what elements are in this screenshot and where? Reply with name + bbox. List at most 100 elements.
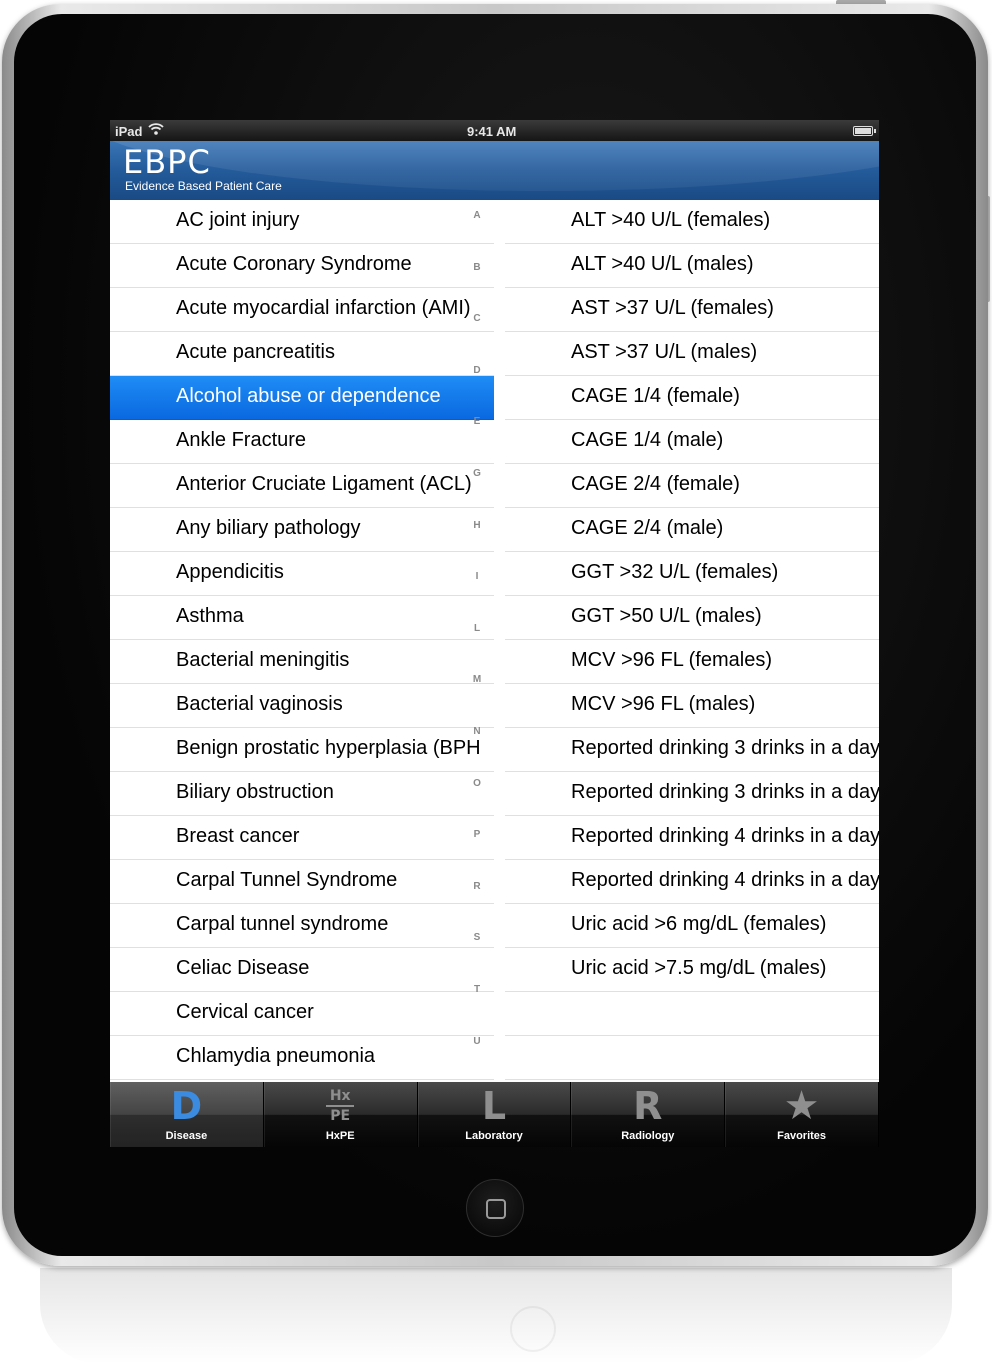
tab-laboratory[interactable]: L Laboratory [418, 1082, 572, 1147]
tab-hxpe[interactable]: Hx PE HxPE [264, 1082, 418, 1147]
disease-row[interactable]: Anterior Cruciate Ligament (ACL) [110, 464, 494, 508]
finding-row[interactable]: MCV >96 FL (males) [505, 684, 879, 728]
home-button[interactable] [466, 1179, 524, 1237]
hxpe-icon: Hx PE [264, 1088, 417, 1124]
finding-row[interactable]: CAGE 1/4 (male) [505, 420, 879, 464]
disease-label: Biliary obstruction [176, 781, 334, 803]
disease-icon: D [170, 1084, 203, 1128]
index-letter[interactable]: O [468, 778, 486, 830]
disease-row[interactable]: Acute pancreatitis [110, 332, 494, 376]
star-icon: ★ [783, 1083, 820, 1129]
finding-row[interactable]: GGT >50 U/L (males) [505, 596, 879, 640]
radiology-icon: R [633, 1084, 663, 1128]
disease-row[interactable]: Biliary obstruction [110, 772, 494, 816]
finding-row[interactable]: CAGE 2/4 (female) [505, 464, 879, 508]
wifi-icon [148, 122, 164, 139]
index-letter[interactable]: I [468, 571, 486, 623]
finding-label: Reported drinking 3 drinks in a day [571, 781, 879, 803]
finding-label: Reported drinking 4 drinks in a day [571, 825, 879, 847]
index-letter[interactable]: N [468, 726, 486, 778]
disease-label: Any biliary pathology [176, 517, 361, 539]
disease-label: Chlamydia pneumonia [176, 1045, 376, 1067]
disease-row[interactable]: Appendicitis [110, 552, 494, 596]
index-letter[interactable]: M [468, 674, 486, 726]
disease-row[interactable]: Breast cancer [110, 816, 494, 860]
tab-bar: D Disease Hx PE HxPE L Laboratory R Radiology ★ Fa… [110, 1082, 879, 1147]
disease-row[interactable]: Bacterial vaginosis [110, 684, 494, 728]
disease-label: Celiac Disease [176, 957, 310, 979]
index-letter[interactable]: C [468, 313, 486, 365]
disease-row[interactable]: Alcohol abuse or dependence [110, 376, 494, 420]
finding-row[interactable]: Reported drinking 3 drinks in a day [505, 772, 879, 816]
index-letter[interactable]: P [468, 829, 486, 881]
index-letter[interactable]: U [468, 1036, 486, 1088]
finding-row[interactable]: Uric acid >6 mg/dL (females) [505, 904, 879, 948]
disease-row[interactable]: Acute Coronary Syndrome [110, 244, 494, 288]
tab-radiology[interactable]: R Radiology [571, 1082, 726, 1147]
device-reflection [40, 1268, 952, 1364]
disease-label: Bacterial vaginosis [176, 693, 343, 715]
finding-row[interactable]: Reported drinking 4 drinks in a day [505, 860, 879, 904]
disease-row[interactable]: Chlamydia pneumonia [110, 1036, 494, 1080]
disease-row[interactable]: Bacterial meningitis [110, 640, 494, 684]
finding-label: GGT >50 U/L (males) [571, 605, 762, 627]
finding-label: CAGE 1/4 (female) [571, 385, 740, 407]
finding-row[interactable]: Reported drinking 4 drinks in a day [505, 816, 879, 860]
finding-label: Uric acid >7.5 mg/dL (males) [571, 957, 827, 979]
disease-row[interactable]: Ankle Fracture [110, 420, 494, 464]
finding-row [505, 992, 879, 1036]
index-letter[interactable]: B [468, 262, 486, 314]
finding-row[interactable]: ALT >40 U/L (males) [505, 244, 879, 288]
finding-row[interactable]: CAGE 2/4 (male) [505, 508, 879, 552]
disease-row[interactable]: Acute myocardial infarction (AMI) [110, 288, 494, 332]
disease-row[interactable]: Any biliary pathology [110, 508, 494, 552]
finding-label: ALT >40 U/L (females) [571, 209, 771, 231]
index-letter[interactable]: D [468, 365, 486, 417]
finding-label: CAGE 2/4 (female) [571, 473, 740, 495]
finding-label: MCV >96 FL (females) [571, 649, 772, 671]
finding-row[interactable]: AST >37 U/L (females) [505, 288, 879, 332]
finding-row[interactable]: MCV >96 FL (females) [505, 640, 879, 684]
index-letter[interactable]: L [468, 623, 486, 675]
disease-label: Carpal tunnel syndrome [176, 913, 389, 935]
index-letter[interactable]: T [468, 984, 486, 1036]
disease-row[interactable]: Carpal tunnel syndrome [110, 904, 494, 948]
app-tagline: Evidence Based Patient Care [125, 179, 282, 193]
finding-row[interactable]: Uric acid >7.5 mg/dL (males) [505, 948, 879, 992]
index-letter[interactable]: A [468, 210, 486, 262]
finding-label: AST >37 U/L (females) [571, 297, 774, 319]
finding-label: CAGE 1/4 (male) [571, 429, 724, 451]
tab-disease[interactable]: D Disease [110, 1082, 264, 1147]
index-letter[interactable]: S [468, 932, 486, 984]
section-index[interactable]: ABCDEGHILMNOPRSTU [468, 210, 486, 1060]
disease-label: Bacterial meningitis [176, 649, 350, 671]
disease-row[interactable]: Asthma [110, 596, 494, 640]
finding-row[interactable]: ALT >40 U/L (females) [505, 200, 879, 244]
status-bar: iPad 9:41 AM [110, 120, 879, 141]
finding-label: CAGE 2/4 (male) [571, 517, 724, 539]
battery-icon [853, 126, 873, 136]
disease-row[interactable]: AC joint injury [110, 200, 494, 244]
disease-row[interactable]: Celiac Disease [110, 948, 494, 992]
disease-row[interactable]: Benign prostatic hyperplasia (BPH [110, 728, 494, 772]
tab-favorites[interactable]: ★ Favorites [725, 1082, 879, 1147]
tab-label: HxPE [325, 1130, 355, 1142]
disease-label: Appendicitis [176, 561, 284, 583]
disease-label: Carpal Tunnel Syndrome [176, 869, 398, 891]
disease-label: Acute Coronary Syndrome [176, 253, 412, 275]
tab-label: Radiology [621, 1130, 675, 1142]
disease-row[interactable]: Cervical cancer [110, 992, 494, 1036]
finding-label: Uric acid >6 mg/dL (females) [571, 913, 827, 935]
index-letter[interactable]: E [468, 416, 486, 468]
index-letter[interactable]: G [468, 468, 486, 520]
index-letter[interactable]: R [468, 881, 486, 933]
app-header: EBPC Evidence Based Patient Care [110, 141, 879, 200]
tab-label: Favorites [777, 1130, 827, 1142]
finding-row[interactable]: AST >37 U/L (males) [505, 332, 879, 376]
finding-row[interactable]: GGT >32 U/L (females) [505, 552, 879, 596]
index-letter[interactable]: H [468, 520, 486, 572]
finding-row[interactable]: Reported drinking 3 drinks in a day [505, 728, 879, 772]
finding-row[interactable]: CAGE 1/4 (female) [505, 376, 879, 420]
disease-row[interactable]: Carpal Tunnel Syndrome [110, 860, 494, 904]
screen: iPad 9:41 AM EBPC Evidence Based Patient… [110, 120, 879, 1147]
